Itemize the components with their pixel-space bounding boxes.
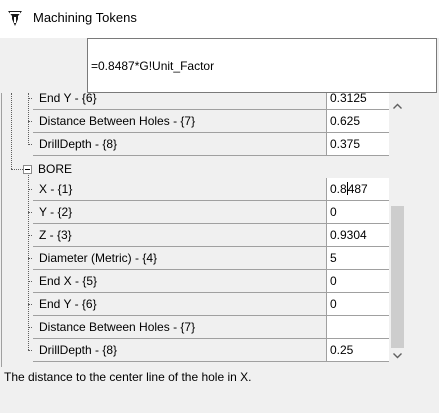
- table-row[interactable]: Distance Between Holes - {7}: [2, 316, 392, 339]
- collapse-toggle-icon[interactable]: [23, 165, 32, 174]
- property-value[interactable]: 0: [327, 293, 392, 316]
- window-title: Machining Tokens: [33, 10, 137, 25]
- property-value[interactable]: 0.625: [327, 110, 392, 133]
- machining-tool-icon: [8, 11, 22, 26]
- table-row[interactable]: End Y - {6} 0: [2, 293, 392, 316]
- value-text-after-cursor: 487: [347, 182, 368, 196]
- vertical-scrollbar[interactable]: [389, 93, 406, 367]
- property-name: DrillDepth - {8}: [33, 339, 327, 362]
- formula-input[interactable]: [87, 38, 437, 93]
- value-text-before-cursor: 0.8: [330, 182, 347, 196]
- table-row[interactable]: DrillDepth - {8} 0.375: [2, 133, 392, 156]
- property-name: End Y - {6}: [33, 93, 327, 110]
- property-value[interactable]: 0: [327, 201, 392, 224]
- property-name: End Y - {6}: [33, 293, 327, 316]
- property-value[interactable]: 0.9304: [327, 224, 392, 247]
- property-value-editing[interactable]: 0.8487: [327, 178, 392, 201]
- property-value[interactable]: 0.25: [327, 339, 392, 362]
- table-row[interactable]: Distance Between Holes - {7} 0.625: [2, 110, 392, 133]
- description-panel: The distance to the center line of the h…: [0, 367, 439, 413]
- property-value[interactable]: 0.375: [327, 133, 392, 156]
- property-name: Z - {3}: [33, 224, 327, 247]
- property-name: DrillDepth - {8}: [33, 133, 327, 156]
- property-value[interactable]: [327, 316, 392, 339]
- property-name: Distance Between Holes - {7}: [33, 110, 327, 133]
- property-value[interactable]: 0.3125: [327, 93, 392, 110]
- property-grid: End Y - {6} 0.3125 Distance Between Hole…: [1, 93, 438, 367]
- property-name: End X - {5}: [33, 270, 327, 293]
- group-label: BORE: [38, 162, 73, 176]
- table-row[interactable]: End X - {5} 0: [2, 270, 392, 293]
- table-row[interactable]: Z - {3} 0.9304: [2, 224, 392, 247]
- table-row[interactable]: DrillDepth - {8} 0.25: [2, 339, 392, 362]
- title-bar: Machining Tokens: [0, 0, 439, 38]
- table-row[interactable]: X - {1} 0.8487: [2, 178, 392, 201]
- property-name: Y - {2}: [33, 201, 327, 224]
- property-name: Distance Between Holes - {7}: [33, 316, 327, 339]
- scroll-up-arrow-icon[interactable]: [389, 97, 406, 114]
- table-row[interactable]: End Y - {6} 0.3125: [2, 93, 392, 110]
- table-row[interactable]: Diameter (Metric) - {4} 5: [2, 247, 392, 270]
- property-value[interactable]: 5: [327, 247, 392, 270]
- description-text: The distance to the center line of the h…: [4, 370, 252, 384]
- property-name: Diameter (Metric) - {4}: [33, 247, 327, 270]
- tree-line: [11, 169, 23, 170]
- scroll-down-arrow-icon[interactable]: [389, 347, 406, 364]
- table-row[interactable]: Y - {2} 0: [2, 201, 392, 224]
- scroll-thumb[interactable]: [391, 206, 404, 348]
- property-name: X - {1}: [33, 178, 327, 201]
- property-value[interactable]: 0: [327, 270, 392, 293]
